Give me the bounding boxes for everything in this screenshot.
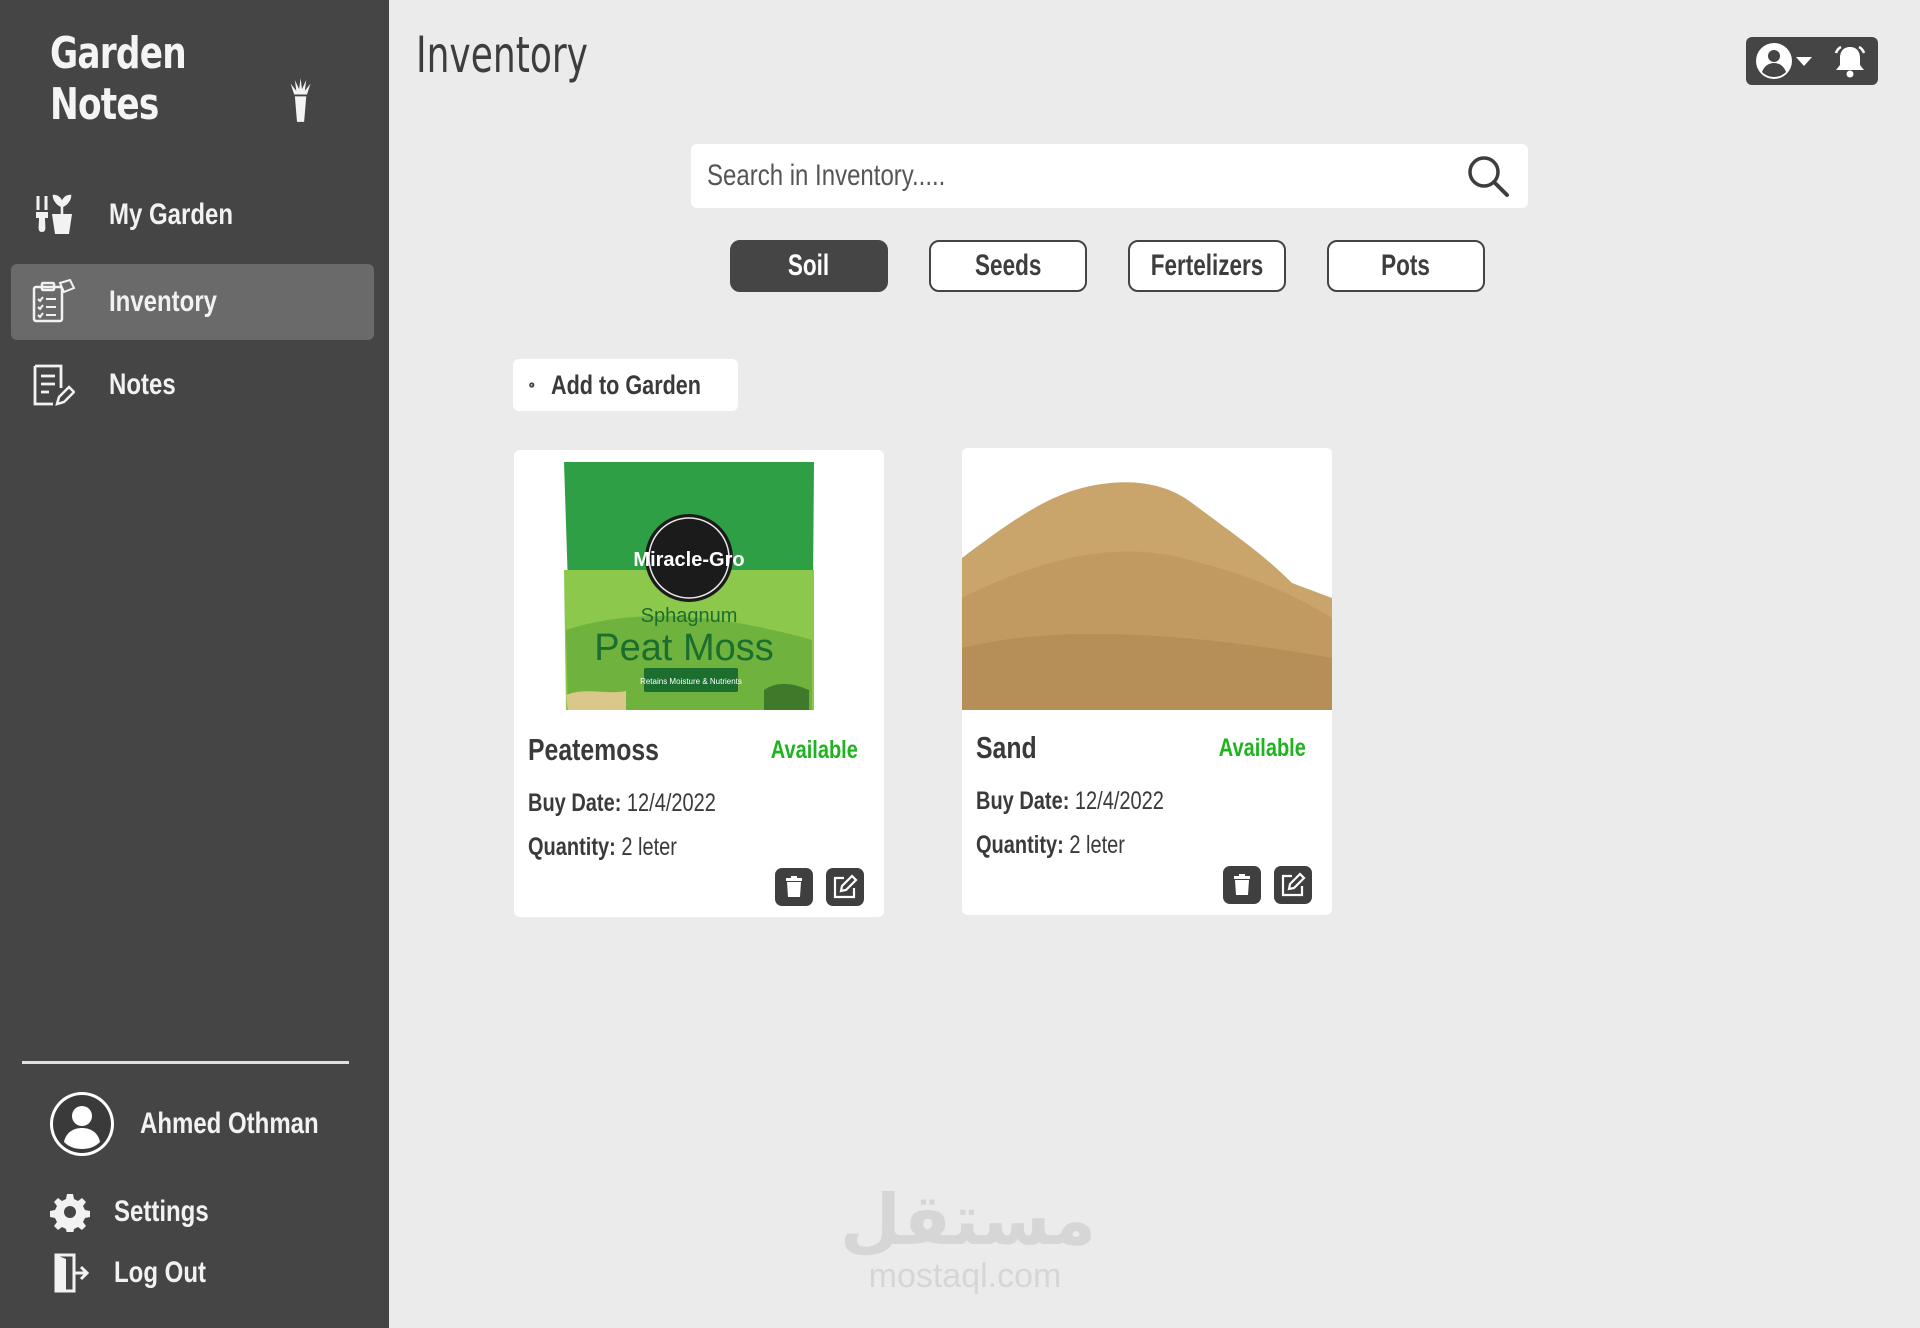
- sidebar-item-label: Notes: [109, 368, 176, 401]
- user-circle-icon: [1756, 43, 1792, 79]
- filter-soil[interactable]: Soil: [730, 240, 888, 292]
- search-input[interactable]: [707, 159, 1313, 193]
- user-profile[interactable]: Ahmed Othman: [50, 1092, 363, 1156]
- buy-date-row: Buy Date: 12/4/2022: [976, 787, 1164, 816]
- caret-down-icon: [1796, 57, 1812, 66]
- status-badge: Available: [1218, 734, 1306, 762]
- cactus-icon: [290, 78, 311, 122]
- notifications-button[interactable]: [1832, 43, 1868, 79]
- add-to-garden-button[interactable]: Add to Garden: [513, 359, 738, 411]
- product-brand: Miracle-Gro: [633, 549, 744, 571]
- plus-circle-icon: [529, 382, 535, 388]
- quantity-row: Quantity: 2 leter: [976, 831, 1125, 860]
- product-line2: Peat Moss: [594, 627, 774, 669]
- logout-label: Log Out: [114, 1256, 206, 1289]
- peat-moss-product-image: Miracle-Gro Sphagnum Peat Moss Retains M…: [514, 450, 884, 712]
- trash-icon: [1234, 874, 1250, 895]
- filter-label: Soil: [788, 249, 830, 282]
- filter-seeds[interactable]: Seeds: [929, 240, 1087, 292]
- sidebar: Garden Notes My Garden Inventory Notes A…: [0, 0, 389, 1328]
- quantity-label: Quantity:: [976, 831, 1064, 859]
- bell-icon: [1834, 45, 1866, 78]
- logo-text: Garden Notes: [50, 28, 187, 130]
- status-badge: Available: [770, 736, 858, 764]
- inventory-card-peatemoss[interactable]: Miracle-Gro Sphagnum Peat Moss Retains M…: [514, 450, 884, 917]
- buy-date-value: 12/4/2022: [1074, 787, 1164, 815]
- filter-label: Pots: [1381, 249, 1431, 282]
- quantity-value: 2 leter: [621, 833, 677, 861]
- search-button[interactable]: [1464, 152, 1512, 200]
- search-bar: [691, 144, 1528, 208]
- sidebar-item-inventory[interactable]: Inventory: [11, 264, 374, 340]
- sidebar-item-label: My Garden: [109, 198, 234, 231]
- gear-icon: [50, 1194, 90, 1232]
- buy-date-label: Buy Date:: [976, 787, 1070, 815]
- delete-button[interactable]: [1223, 866, 1261, 904]
- edit-icon: [1281, 872, 1306, 897]
- filter-label: Seeds: [974, 249, 1042, 282]
- card-title: Peatemoss: [528, 732, 659, 767]
- logout-link[interactable]: Log Out: [50, 1253, 229, 1293]
- sidebar-divider: [22, 1061, 349, 1064]
- buy-date-row: Buy Date: 12/4/2022: [528, 789, 716, 818]
- sand-product-image: [962, 448, 1332, 710]
- sidebar-item-notes[interactable]: Notes: [11, 347, 374, 423]
- search-icon: [1468, 156, 1509, 197]
- watermark-latin: mostaql.com: [868, 1257, 1062, 1295]
- settings-link[interactable]: Settings: [50, 1192, 232, 1232]
- watermark-arabic: مستقل: [840, 1179, 1097, 1261]
- quantity-value: 2 leter: [1069, 831, 1125, 859]
- inventory-card-sand[interactable]: Sand Available Buy Date: 12/4/2022 Quant…: [962, 448, 1332, 915]
- avatar: [50, 1092, 114, 1156]
- product-tag: Retains Moisture & Nutrients: [640, 677, 742, 686]
- quantity-row: Quantity: 2 leter: [528, 833, 677, 862]
- logout-icon: [54, 1253, 90, 1293]
- buy-date-value: 12/4/2022: [626, 789, 716, 817]
- edit-button[interactable]: [826, 868, 864, 906]
- sidebar-item-label: Inventory: [109, 285, 218, 318]
- filter-label: Fertelizers: [1150, 249, 1264, 282]
- delete-button[interactable]: [775, 868, 813, 906]
- top-actions-bar: [1746, 37, 1878, 85]
- buy-date-label: Buy Date:: [528, 789, 622, 817]
- filter-fertelizers[interactable]: Fertelizers: [1128, 240, 1286, 292]
- settings-label: Settings: [114, 1195, 209, 1228]
- edit-icon: [833, 874, 858, 899]
- add-to-garden-label: Add to Garden: [550, 369, 701, 400]
- page-title: Inventory: [416, 26, 588, 84]
- edit-button[interactable]: [1274, 866, 1312, 904]
- trash-icon: [786, 876, 802, 897]
- product-line1: Sphagnum: [641, 605, 738, 627]
- notes-icon: [29, 361, 77, 409]
- filter-pots[interactable]: Pots: [1327, 240, 1485, 292]
- app-logo[interactable]: Garden Notes: [50, 28, 314, 130]
- account-menu-button[interactable]: [1754, 41, 1814, 81]
- watermark: مستقل mostaql.com: [840, 1179, 1097, 1296]
- card-title: Sand: [976, 730, 1037, 765]
- user-icon: [53, 1095, 111, 1153]
- user-name: Ahmed Othman: [140, 1107, 319, 1140]
- plant-tools-icon: [29, 191, 77, 239]
- sidebar-item-my-garden[interactable]: My Garden: [11, 177, 374, 253]
- quantity-label: Quantity:: [528, 833, 616, 861]
- inventory-clipboard-icon: [29, 278, 77, 326]
